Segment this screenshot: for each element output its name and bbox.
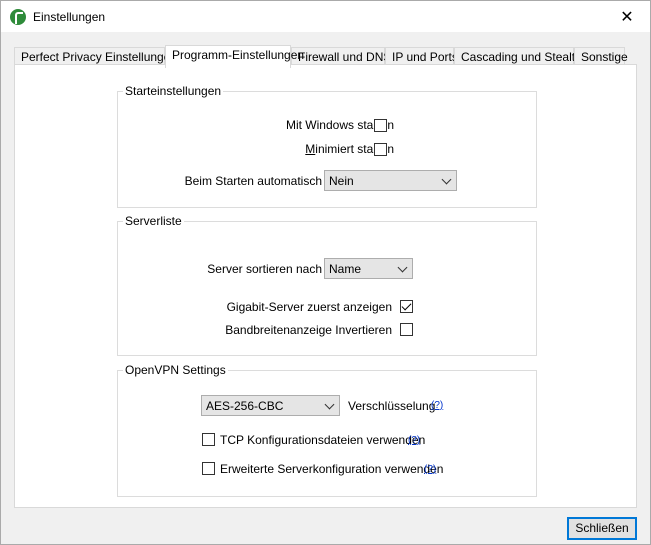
tcp-config-checkbox[interactable] — [202, 433, 215, 446]
chevron-down-icon — [441, 174, 452, 185]
invert-bandwidth-label: Bandbreitenanzeige Invertieren — [225, 323, 392, 337]
window-title: Einstellungen — [33, 10, 106, 24]
server-list-legend: Serverliste — [125, 214, 182, 228]
window-close-button[interactable]: ✕ — [604, 1, 650, 32]
server-sort-label: Server sortieren nach — [207, 262, 322, 276]
start-settings-group: Starteinstellungen Mit Windows starten M… — [117, 84, 537, 208]
gigabit-first-label: Gigabit-Server zuerst anzeigen — [226, 300, 392, 314]
auto-start-dropdown[interactable]: Nein — [324, 170, 457, 191]
cipher-help-link[interactable]: (?) — [431, 400, 443, 411]
tab-panel-program-settings: Starteinstellungen Mit Windows starten M… — [14, 64, 637, 508]
chevron-down-icon — [324, 399, 335, 410]
auto-start-label: Beim Starten automatisch — [184, 174, 322, 188]
start-with-windows-checkbox[interactable] — [374, 119, 387, 132]
cipher-dropdown[interactable]: AES-256-CBC — [201, 395, 340, 416]
cipher-value: AES-256-CBC — [206, 399, 284, 413]
server-sort-value: Name — [329, 262, 362, 276]
invert-bandwidth-checkbox[interactable] — [400, 323, 413, 336]
gigabit-first-checkbox[interactable] — [400, 300, 413, 313]
close-dialog-button[interactable]: Schließen — [567, 517, 637, 540]
start-minimized-checkbox[interactable] — [374, 143, 387, 156]
close-icon: ✕ — [620, 8, 634, 26]
tcp-config-help-link[interactable]: (?) — [408, 435, 420, 446]
extended-config-checkbox[interactable] — [202, 462, 215, 475]
extended-config-label: Erweiterte Serverkonfiguration verwenden — [220, 462, 444, 476]
extended-config-help-link[interactable]: (?) — [424, 464, 436, 475]
server-sort-dropdown[interactable]: Name — [324, 258, 413, 279]
tcp-config-label: TCP Konfigurationsdateien verwenden — [220, 433, 426, 447]
start-settings-legend: Starteinstellungen — [125, 84, 222, 98]
chevron-down-icon — [397, 262, 408, 273]
app-icon — [10, 9, 26, 25]
settings-window: Einstellungen ✕ Perfect Privacy Einstell… — [0, 0, 651, 545]
tab-program-settings[interactable]: Programm-Einstellungen — [165, 45, 304, 68]
openvpn-settings-group: OpenVPN Settings AES-256-CBC Verschlüsse… — [117, 363, 537, 497]
openvpn-settings-legend: OpenVPN Settings — [125, 363, 226, 377]
server-list-group: Serverliste Server sortieren nach Name G… — [117, 214, 537, 356]
title-bar: Einstellungen ✕ — [1, 1, 650, 32]
auto-start-value: Nein — [329, 174, 354, 188]
cipher-label: Verschlüsselung — [348, 399, 436, 413]
